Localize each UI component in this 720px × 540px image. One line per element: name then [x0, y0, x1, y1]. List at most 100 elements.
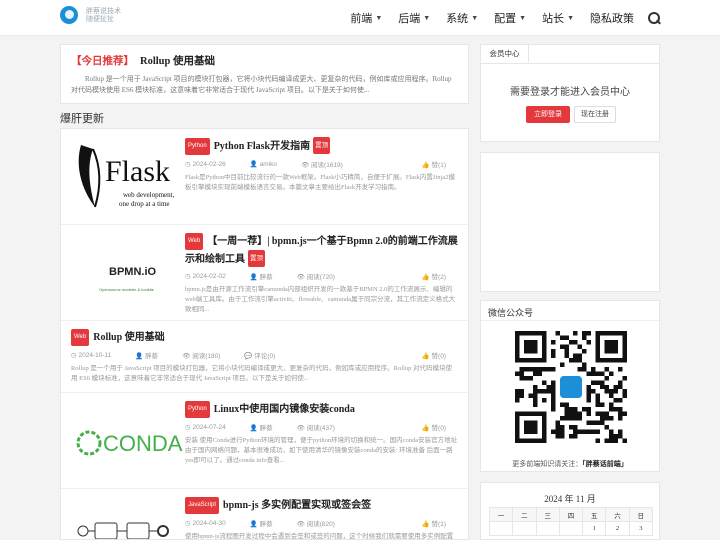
wechat-widget: 微信公众号 更多前端知识请关注：「胖蔡话前端」	[480, 300, 660, 472]
featured-excerpt: Rollup 是一个用于 JavaScript 项目的模块打包器，它将小块代码编…	[71, 75, 452, 94]
chevron-down-icon: ▼	[567, 14, 574, 22]
article-thumbnail-conda[interactable]: CONDA	[71, 401, 183, 481]
page: 胖蔡说技术 随便扯扯 前端 ▼ 后端 ▼ 系统 ▼ 配置 ▼ 站长 ▼ 隐私政策 【今日推…	[0, 0, 720, 540]
nav-system[interactable]: 系统 ▼	[446, 10, 478, 26]
calendar-day[interactable]: 2	[605, 521, 630, 536]
nav-privacy[interactable]: 隐私政策	[590, 10, 634, 26]
calendar-day[interactable]: 1	[582, 521, 607, 536]
category-badge[interactable]: Python	[185, 138, 210, 155]
featured-title[interactable]: 【今日推荐】 Rollup 使用基础	[71, 53, 458, 68]
svg-text:CONDA: CONDA	[103, 431, 183, 456]
calendar-week: 1 2 3	[488, 521, 654, 536]
bpmn-logo-icon: BPMN.iO Opensource modeler & toolkits	[99, 266, 157, 292]
calendar-widget: 2024 年 11 月 一 二 三 四 五 六 日 1 2 3	[480, 482, 660, 540]
wechat-caption: 更多前端知识请关注：「胖蔡话前端」	[512, 460, 628, 468]
views: 👁 阅读(180)	[182, 353, 221, 360]
article-meta: ◷ 2024-07-24 👤 胖蔡 👁 阅读(437) 👍 赞(0)	[185, 422, 458, 432]
site-logo[interactable]: 胖蔡说技术 随便扯扯	[60, 6, 121, 24]
svg-text:web development,: web development,	[123, 191, 175, 199]
article-meta: ◷ 2024-02-26 👤 amiko 👁 阅读(1619) 👍 赞(1)	[185, 159, 458, 169]
member-center: 会员中心 需要登录才能进入会员中心 立即登录 现在注册	[480, 44, 660, 142]
flask-logo-icon: Flask web development, one drop at a tim…	[78, 145, 175, 208]
logo-line-2: 随便扯扯	[86, 15, 114, 23]
article-title[interactable]: Python Python Flask开发指南 置顶	[185, 137, 458, 155]
chevron-down-icon: ▼	[423, 14, 431, 22]
list-item: Web Rollup 使用基础 ◷ 2024-10-11 👤 胖蔡 👁 阅读(18…	[61, 321, 468, 393]
like-button[interactable]: 👍 赞(1)	[422, 518, 458, 528]
views: 👁 阅读(820)	[296, 521, 335, 528]
article-excerpt: 安装 使用Conda进行Python环境的管理，便于python环境的切换和统一…	[185, 437, 458, 464]
date: ◷ 2024-10-11	[71, 352, 112, 359]
calendar-weekdays: 一 二 三 四 五 六 日	[488, 507, 654, 522]
category-badge[interactable]: Python	[185, 401, 210, 418]
list-item: Flask web development, one drop at a tim…	[61, 129, 468, 225]
category-badge[interactable]: Web	[185, 233, 204, 250]
views: 👁 阅读(1619)	[300, 162, 343, 169]
views: 👁 阅读(437)	[296, 425, 335, 432]
svg-text:Flask: Flask	[105, 155, 170, 188]
main-nav: 前端 ▼ 后端 ▼ 系统 ▼ 配置 ▼ 站长 ▼ 隐私政策	[334, 0, 660, 36]
like-button[interactable]: 👍 赞(2)	[422, 271, 458, 281]
list-item: JavaScript bpmn-js 多实例配置实现或签会签 ◷ 2024-04-…	[61, 489, 468, 540]
wechat-title: 微信公众号	[488, 308, 534, 318]
article-title[interactable]: JavaScript bpmn-js 多实例配置实现或签会签	[185, 497, 458, 514]
section-title: 爆肝更新	[60, 113, 104, 125]
calendar-day[interactable]: 3	[628, 521, 654, 536]
author[interactable]: 👤 胖蔡	[250, 422, 285, 432]
author[interactable]: 👤 amiko	[250, 160, 289, 168]
register-button[interactable]: 现在注册	[574, 106, 616, 123]
nav-webmaster[interactable]: 站长 ▼	[542, 10, 574, 26]
top-header: 胖蔡说技术 随便扯扯 前端 ▼ 后端 ▼ 系统 ▼ 配置 ▼ 站长 ▼ 隐私政策	[0, 0, 720, 36]
list-item: BPMN.iO Opensource modeler & toolkits We…	[61, 225, 468, 321]
diagram-icon	[77, 522, 169, 539]
logo-icon	[60, 6, 78, 24]
author[interactable]: 👤 胖蔡	[250, 271, 285, 281]
article-thumbnail-flask[interactable]: Flask web development, one drop at a tim…	[71, 137, 183, 217]
article-meta: ◷ 2024-02-02 👤 胖蔡 👁 阅读(720) 👍 赞(2)	[185, 271, 458, 281]
like-button[interactable]: 👍 赞(0)	[422, 350, 458, 360]
article-meta: ◷ 2024-04-30 👤 胖蔡 👁 阅读(820) 👍 赞(1)	[185, 518, 458, 528]
svg-text:one drop at a time: one drop at a time	[119, 200, 170, 208]
calendar-table: 一 二 三 四 五 六 日 1 2 3	[488, 507, 654, 536]
date: ◷ 2024-02-02	[185, 273, 226, 280]
svg-text:BPMN.iO: BPMN.iO	[109, 266, 157, 278]
chevron-down-icon: ▼	[375, 14, 383, 22]
search-icon[interactable]	[648, 12, 660, 24]
wechat-qr-code	[515, 331, 627, 443]
category-badge[interactable]: Web	[71, 329, 90, 346]
nav-config[interactable]: 配置 ▼	[494, 10, 526, 26]
date: ◷ 2024-02-26	[185, 161, 226, 168]
nav-frontend[interactable]: 前端 ▼	[350, 10, 382, 26]
category-badge[interactable]: JavaScript	[185, 497, 220, 514]
chevron-down-icon: ▼	[471, 14, 479, 22]
article-excerpt: 使用bpmn-js流程图开发过程中会遇到会签和或签的问题，这个时候我们就需要使用…	[185, 533, 454, 540]
calendar-title: 2024 年 11 月	[544, 494, 596, 504]
like-button[interactable]: 👍 赞(0)	[422, 422, 458, 432]
article-excerpt: Flask是Python中目前比较流行的一款Web框架。Flask小巧精简，自便…	[185, 174, 455, 191]
article-title[interactable]: Web 【一周一荐】| bpmn.js一个基于Bpmn 2.0的前端工作流展示和绘…	[185, 233, 458, 267]
article-thumbnail-bpmn[interactable]: BPMN.iO Opensource modeler & toolkits	[71, 233, 183, 313]
pinned-badge: 置顶	[313, 137, 331, 154]
login-required-message: 需要登录才能进入会员中心	[510, 87, 630, 98]
comments[interactable]: 💬 评论(0)	[244, 350, 287, 360]
tab-divider	[481, 63, 659, 64]
article-title[interactable]: Python Linux中使用国内镜像安装conda	[185, 401, 458, 418]
nav-backend[interactable]: 后端 ▼	[398, 10, 430, 26]
chevron-down-icon: ▼	[519, 14, 527, 22]
pinned-badge: 置顶	[248, 250, 265, 267]
ad-slot	[480, 152, 660, 292]
article-title[interactable]: Web Rollup 使用基础	[71, 329, 458, 346]
author[interactable]: 👤 胖蔡	[135, 350, 170, 360]
article-thumbnail-bpmn-diagram[interactable]	[71, 497, 183, 539]
tab-member-center[interactable]: 会员中心	[481, 45, 529, 63]
author[interactable]: 👤 胖蔡	[250, 518, 285, 528]
views: 👁 阅读(720)	[296, 274, 335, 281]
svg-text:Opensource modeler & toolkits: Opensource modeler & toolkits	[99, 287, 154, 292]
logo-line-1: 胖蔡说技术	[86, 7, 121, 15]
conda-logo-icon: CONDA	[76, 430, 183, 456]
featured-recommendation: 【今日推荐】 Rollup 使用基础 Rollup 是一个用于 JavaScrip…	[60, 44, 469, 104]
login-button[interactable]: 立即登录	[526, 106, 570, 123]
list-item: CONDA Python Linux中使用国内镜像安装conda ◷ 2024-0…	[61, 393, 468, 489]
like-button[interactable]: 👍 赞(1)	[422, 159, 458, 169]
article-excerpt: Rollup 是一个用于 JavaScript 项目的模块打包器，它将小块代码编…	[71, 365, 452, 382]
